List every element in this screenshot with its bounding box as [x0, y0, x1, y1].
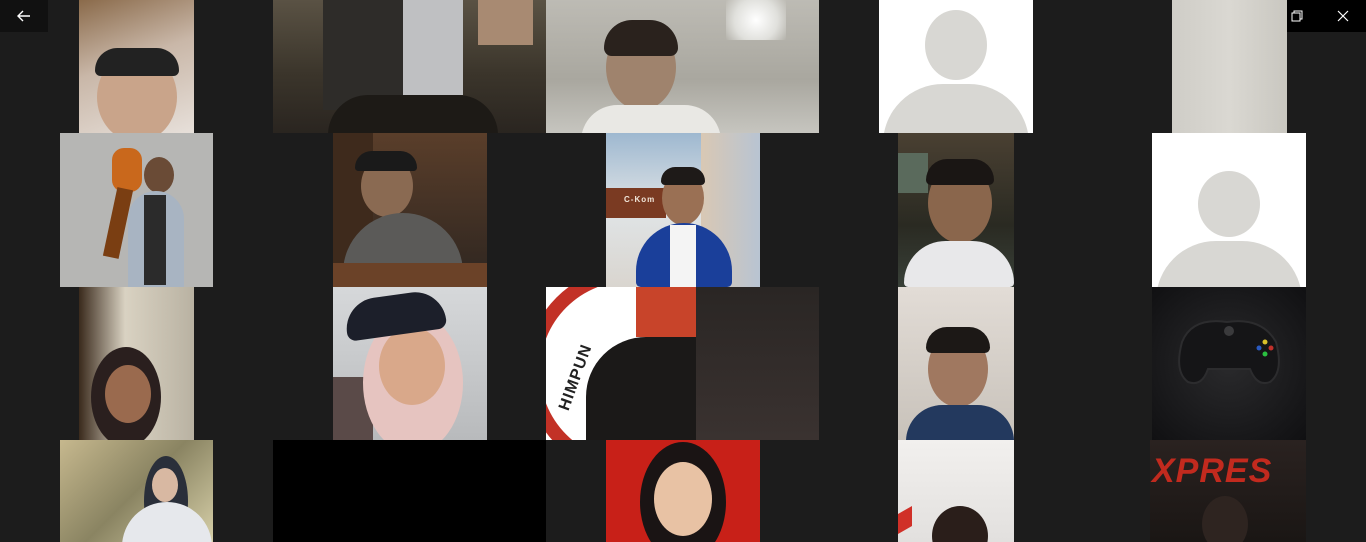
participant-video-tile[interactable] [898, 440, 1014, 542]
participant-video-tile[interactable] [898, 133, 1014, 287]
participant-video-tile[interactable]: HIMPUN [546, 287, 819, 440]
participant-video-tile[interactable] [333, 287, 487, 440]
close-button[interactable] [1320, 0, 1366, 32]
close-icon [1337, 10, 1349, 22]
participant-video-tile[interactable] [273, 440, 546, 542]
default-avatar-icon [1198, 171, 1260, 237]
participant-avatar-tile[interactable] [1152, 133, 1306, 287]
participant-video-tile[interactable] [273, 0, 546, 133]
back-button[interactable] [0, 0, 48, 32]
participant-video-tile[interactable]: XPRES [1150, 440, 1306, 542]
participant-video-tile[interactable] [1172, 0, 1287, 133]
participant-video-tile[interactable] [333, 133, 487, 287]
participant-video-tile[interactable]: C-Kom [606, 133, 760, 287]
xpres-sign-text: XPRES [1152, 452, 1273, 490]
participant-video-tile[interactable] [60, 133, 213, 287]
participant-video-tile[interactable] [546, 0, 819, 133]
default-avatar-icon [925, 10, 987, 80]
banner-text: C-Kom [624, 195, 656, 204]
participant-avatar-tile[interactable] [879, 0, 1033, 133]
participant-video-tile[interactable] [79, 0, 194, 133]
participant-video-tile[interactable] [60, 440, 213, 542]
participant-video-tile[interactable] [606, 440, 760, 542]
participant-video-tile[interactable] [898, 287, 1014, 440]
participant-video-tile[interactable] [1152, 287, 1306, 440]
restore-icon [1291, 10, 1303, 22]
participant-video-tile[interactable] [79, 287, 194, 440]
arrow-left-icon [17, 10, 30, 22]
game-controller-icon [1178, 320, 1280, 385]
